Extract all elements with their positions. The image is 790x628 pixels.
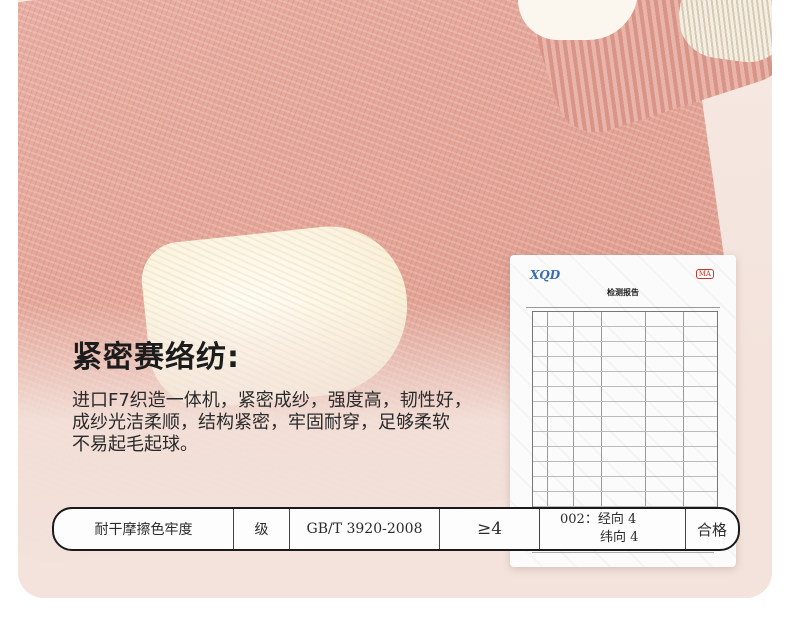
report-logo: XQD xyxy=(530,268,561,282)
test-item: 耐干摩擦色牢度 xyxy=(54,509,234,549)
description-line: 进口F7织造一体机，紧密成纱，强度高，韧性好， xyxy=(72,390,472,411)
report-title: 检测报告 xyxy=(607,287,639,297)
test-unit: 级 xyxy=(234,509,290,549)
result-warp: 002：经向 4 xyxy=(560,512,637,527)
description-line: 成纱光洁柔顺，结构紧密，牢固耐穿，足够柔软 xyxy=(72,412,450,433)
test-requirement: ≥4 xyxy=(440,509,540,549)
result-weft: 纬向 4 xyxy=(600,530,639,545)
test-result-row: 耐干摩擦色牢度 级 GB/T 3920-2008 ≥4 002：经向 4 纬向 … xyxy=(52,507,740,551)
test-standard: GB/T 3920-2008 xyxy=(290,509,440,549)
test-verdict: 合格 xyxy=(696,520,727,539)
feature-headline: 紧密赛络纺: xyxy=(72,340,240,375)
report-footer xyxy=(532,552,714,559)
ma-certification-mark: MA xyxy=(695,269,714,279)
description-line: 不易起毛起球。 xyxy=(72,434,198,455)
report-table xyxy=(532,311,718,523)
test-result: 002：经向 4 纬向 4 xyxy=(540,509,686,549)
report-divider xyxy=(526,303,720,308)
feature-description: 进口F7织造一体机，紧密成纱，强度高，韧性好， 成纱光洁柔顺，结构紧密，牢固耐穿… xyxy=(72,390,502,456)
